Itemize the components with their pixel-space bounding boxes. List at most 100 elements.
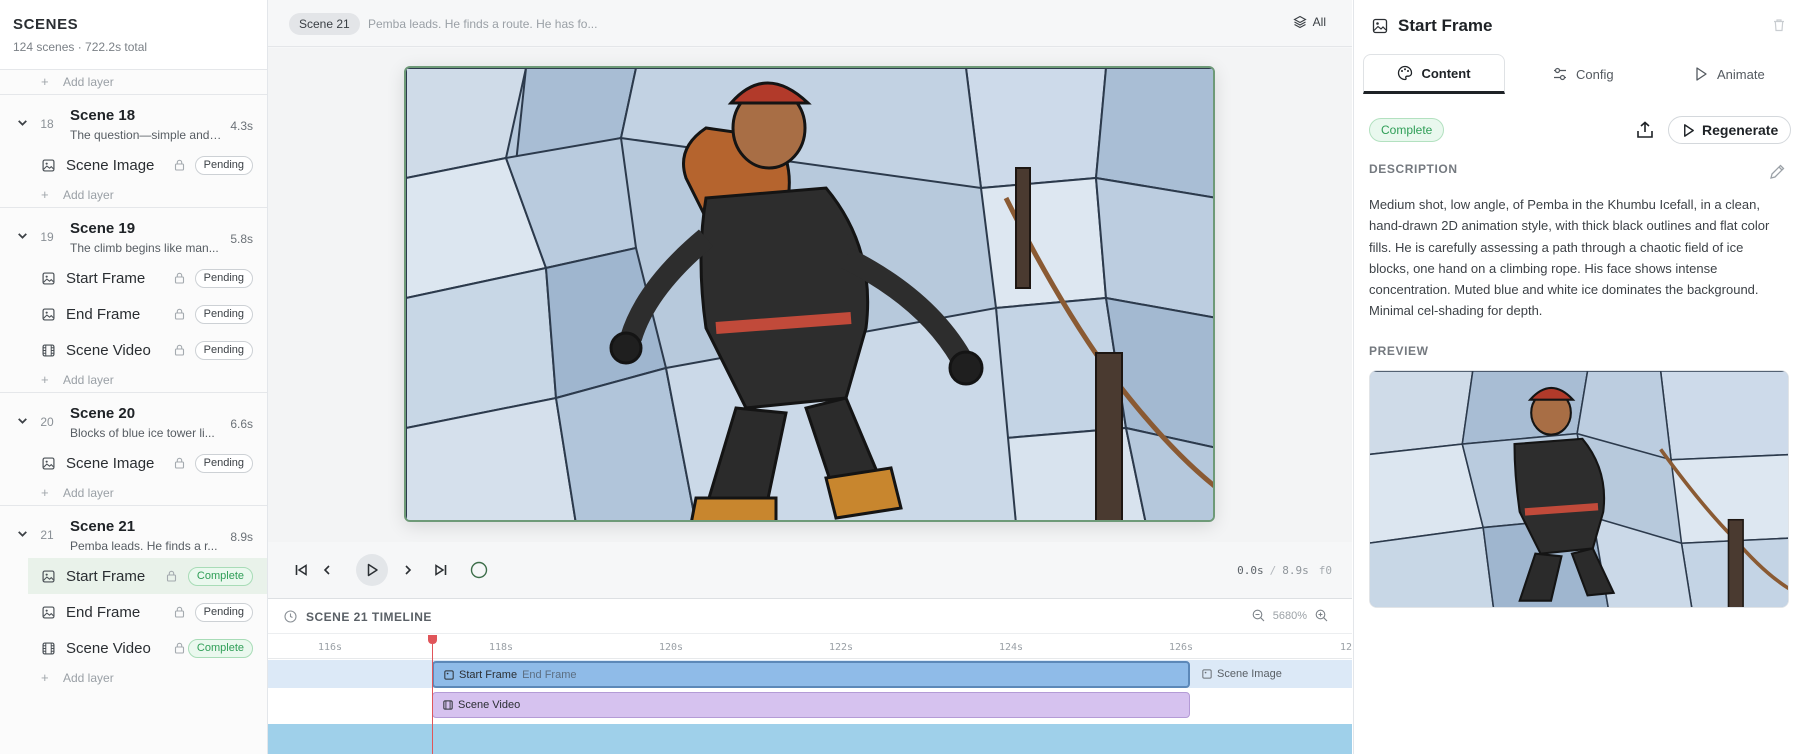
layers-icon bbox=[1293, 15, 1307, 29]
ruler-tick: 120s bbox=[659, 642, 684, 653]
scene-description: Blocks of blue ice tower li... bbox=[70, 426, 215, 440]
time-separator: / bbox=[1269, 564, 1277, 577]
lock-icon[interactable] bbox=[174, 606, 185, 618]
add-layer-button[interactable]: + Add layer bbox=[0, 666, 267, 690]
plus-icon: + bbox=[41, 485, 49, 500]
image-icon bbox=[42, 606, 55, 619]
scene-video-clip[interactable]: Scene Video bbox=[432, 692, 1190, 718]
scene-timeline: SCENE 21 TIMELINE 5680% 116s 118s 120s 1… bbox=[268, 598, 1352, 754]
lock-icon[interactable] bbox=[174, 159, 185, 171]
scene-number: 21 bbox=[40, 528, 54, 542]
ruler-tick: 124s bbox=[999, 642, 1024, 653]
timeline-title: SCENE 21 TIMELINE bbox=[306, 610, 432, 624]
loop-toggle[interactable] bbox=[469, 560, 489, 580]
scene-header[interactable]: 18 Scene 18 The question—simple and ... … bbox=[0, 95, 267, 147]
scene-description: Pemba leads. He finds a r... bbox=[70, 539, 218, 553]
lock-icon[interactable] bbox=[174, 272, 185, 284]
image-icon bbox=[42, 570, 55, 583]
zoom-in-icon[interactable] bbox=[1315, 609, 1328, 622]
audio-track[interactable] bbox=[268, 724, 1352, 754]
chevron-down-icon[interactable] bbox=[16, 229, 29, 242]
ruler-tick: 116s bbox=[318, 642, 343, 653]
scene-item: 20 Scene 20 Blocks of blue ice tower li.… bbox=[0, 392, 267, 505]
chevron-down-icon[interactable] bbox=[16, 527, 29, 540]
add-layer-button[interactable]: + Add layer bbox=[0, 183, 267, 207]
next-frame-icon[interactable] bbox=[398, 560, 418, 580]
sidebar-subtitle: 124 scenes · 722.2s total bbox=[13, 40, 148, 54]
scene-chip[interactable]: Scene 21 bbox=[289, 13, 360, 35]
start-frame-canvas[interactable] bbox=[404, 66, 1215, 522]
plus-icon: + bbox=[41, 74, 49, 89]
clock-icon bbox=[284, 610, 297, 623]
image-icon bbox=[42, 308, 55, 321]
tab-content[interactable]: Content bbox=[1363, 54, 1505, 94]
status-badge: Pending bbox=[194, 603, 253, 622]
playhead[interactable] bbox=[428, 635, 437, 754]
scene-header[interactable]: 20 Scene 20 Blocks of blue ice tower li.… bbox=[0, 393, 267, 445]
layer-item[interactable]: Scene Video Pending bbox=[0, 332, 267, 368]
upload-icon[interactable] bbox=[1635, 120, 1655, 140]
time-readout: 0.0s / 8.9s f0 bbox=[1237, 564, 1332, 577]
play-icon bbox=[367, 563, 378, 577]
clip-label: Scene Video bbox=[458, 699, 521, 711]
scene-summary: Pemba leads. He finds a route. He has fo… bbox=[368, 17, 598, 31]
zoom-out-icon[interactable] bbox=[1252, 609, 1265, 622]
image-icon bbox=[42, 159, 55, 172]
clip-label: Start Frame bbox=[459, 668, 518, 681]
current-time: 0.0s bbox=[1237, 564, 1264, 577]
regenerate-button[interactable]: Regenerate bbox=[1668, 116, 1792, 144]
palette-icon bbox=[1398, 65, 1413, 81]
skip-to-end-icon[interactable] bbox=[431, 560, 451, 580]
lock-icon[interactable] bbox=[174, 308, 185, 320]
add-layer-label: Add layer bbox=[63, 75, 114, 89]
skip-to-start-icon[interactable] bbox=[291, 560, 311, 580]
scene-name: Scene 20 bbox=[70, 405, 136, 422]
layer-item[interactable]: End Frame Pending bbox=[0, 296, 267, 332]
video-track: Scene Video bbox=[268, 689, 1352, 721]
ruler-tick: 126s bbox=[1169, 642, 1194, 653]
tab-config[interactable]: Config bbox=[1552, 54, 1614, 94]
add-layer-button[interactable]: + Add layer bbox=[0, 70, 267, 94]
editor-center: Scene 21 Pemba leads. He finds a route. … bbox=[268, 0, 1352, 754]
play-button[interactable] bbox=[356, 554, 388, 586]
chevron-down-icon[interactable] bbox=[16, 116, 29, 129]
climber-illustration bbox=[406, 68, 1213, 520]
playhead-handle[interactable] bbox=[428, 635, 437, 644]
layer-name: End Frame bbox=[66, 306, 141, 323]
previous-frame-icon[interactable] bbox=[317, 560, 337, 580]
layer-item[interactable]: Scene Video Complete bbox=[0, 630, 267, 666]
lock-icon[interactable] bbox=[174, 344, 185, 356]
scene-header[interactable]: 21 Scene 21 Pemba leads. He finds a r...… bbox=[0, 506, 267, 558]
chevron-down-icon[interactable] bbox=[16, 414, 29, 427]
layer-item-selected[interactable]: Start Frame Complete bbox=[28, 558, 267, 594]
add-layer-button[interactable]: + Add layer bbox=[0, 368, 267, 392]
image-icon bbox=[42, 457, 55, 470]
scene-header[interactable]: 19 Scene 19 The climb begins like man...… bbox=[0, 208, 267, 260]
scene-description: The question—simple and ... bbox=[70, 128, 222, 142]
add-layer-button[interactable]: + Add layer bbox=[0, 481, 267, 505]
layer-item[interactable]: End Frame Pending bbox=[0, 594, 267, 630]
image-track: Start Frame End Frame Scene Image bbox=[268, 660, 1352, 688]
add-layer-label: Add layer bbox=[63, 671, 114, 685]
lock-icon[interactable] bbox=[174, 642, 185, 654]
lock-icon[interactable] bbox=[174, 457, 185, 469]
tab-animate[interactable]: Animate bbox=[1693, 54, 1765, 94]
status-badge: Complete bbox=[187, 639, 253, 658]
start-frame-clip[interactable]: Start Frame End Frame bbox=[432, 661, 1190, 688]
scene-topbar: Scene 21 Pemba leads. He finds a route. … bbox=[268, 0, 1352, 47]
image-icon bbox=[1372, 18, 1388, 34]
scene-name: Scene 19 bbox=[70, 220, 136, 237]
layer-item[interactable]: Scene Image Pending bbox=[0, 147, 267, 183]
layers-toggle[interactable]: All bbox=[1293, 15, 1326, 29]
layer-item[interactable]: Start Frame Pending bbox=[0, 260, 267, 296]
lock-icon[interactable] bbox=[166, 570, 177, 582]
layer-item[interactable]: Scene Image Pending bbox=[0, 445, 267, 481]
scene-number: 20 bbox=[40, 415, 54, 429]
layer-name: Scene Image bbox=[66, 157, 155, 174]
scene-number: 19 bbox=[40, 230, 54, 244]
ruler-tick: 12 bbox=[1340, 642, 1353, 653]
pencil-icon[interactable] bbox=[1768, 163, 1786, 181]
trash-icon[interactable] bbox=[1772, 18, 1786, 32]
scene-image-clip[interactable]: Scene Image bbox=[1192, 661, 1352, 687]
scene-number: 18 bbox=[40, 117, 54, 131]
